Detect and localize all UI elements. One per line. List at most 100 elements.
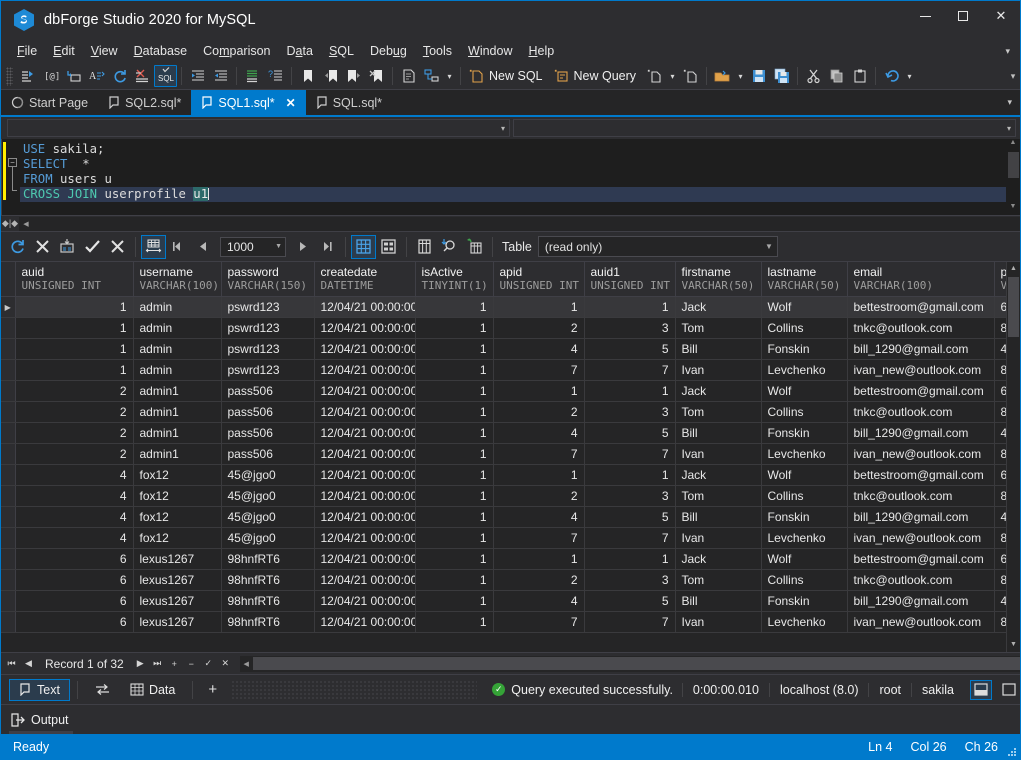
cell-auid[interactable]: 1 [15,317,134,339]
generate-script-icon[interactable] [462,235,487,259]
bookmark-toggle-icon[interactable] [296,65,319,87]
cell-createdate[interactable]: 12/04/21 00:00:00 [314,401,416,423]
database-combo[interactable]: ▾ [513,119,1016,137]
cell-isActive[interactable]: 1 [415,443,494,465]
row-indicator[interactable] [1,569,16,591]
cell-phone[interactable]: 45098576421 [994,338,1006,360]
cell-lastname[interactable]: Fonskin [761,338,848,360]
resize-grip-icon[interactable] [1005,745,1017,757]
table-row[interactable]: 1 admin pswrd123 12/04/21 00:00:00 1 2 3 Tom Col… [1,317,1006,339]
cell-auid[interactable]: 4 [15,506,134,528]
cell-phone[interactable]: 45098576421 [994,506,1006,528]
cell-password[interactable]: pass506 [221,401,315,423]
grid-view-icon[interactable] [351,234,376,259]
cell-isActive[interactable]: 1 [415,485,494,507]
cell-firstname[interactable]: Jack [675,380,762,402]
cell-createdate[interactable]: 12/04/21 00:00:00 [314,422,416,444]
import-data-icon[interactable] [55,235,80,259]
cell-password[interactable]: pswrd123 [221,338,315,360]
undo-icon[interactable] [880,65,903,87]
cell-email[interactable]: bettestroom@gmail.com [847,380,995,402]
column-header-lastname[interactable]: lastname VARCHAR(50) [761,262,848,297]
menu-sql[interactable]: SQL [321,41,362,61]
menu-data[interactable]: Data [279,41,321,61]
scroll-up-icon[interactable]: ▲ [1006,139,1020,151]
bookmark-next-icon[interactable] [342,65,365,87]
cell-isActive[interactable]: 1 [415,401,494,423]
hscroll-thumb[interactable] [252,657,1020,670]
cell-auid[interactable]: 1 [15,296,134,318]
cell-firstname[interactable]: Jack [675,464,762,486]
cell-lastname[interactable]: Levchenko [761,611,848,633]
column-header-password[interactable]: password VARCHAR(150) [221,262,315,297]
scroll-thumb[interactable] [1007,152,1019,178]
column-header-auid1[interactable]: auid1 UNSIGNED INT [584,262,676,297]
stop-icon[interactable] [131,65,154,87]
cell-apid[interactable]: 7 [493,443,585,465]
execute-large-script-icon[interactable] [62,65,85,87]
full-layout-button[interactable] [998,680,1020,700]
nav-add-icon[interactable]: + [166,655,183,673]
cell-createdate[interactable]: 12/04/21 00:00:00 [314,317,416,339]
row-indicator[interactable] [1,485,16,507]
cell-phone[interactable]: 87851131105 [994,359,1006,381]
cell-auid1[interactable]: 7 [584,359,676,381]
cell-phone[interactable]: 87851131105 [994,485,1006,507]
cell-auid1[interactable]: 3 [584,485,676,507]
cell-apid[interactable]: 4 [493,422,585,444]
last-page-icon[interactable] [315,235,340,259]
find-icon[interactable] [437,235,462,259]
cell-apid[interactable]: 1 [493,548,585,570]
cell-firstname[interactable]: Tom [675,569,762,591]
next-page-icon[interactable] [290,235,315,259]
menu-database[interactable]: Database [126,41,196,61]
table-row[interactable]: 6 lexus1267 98hnfRT6 12/04/21 00:00:00 1 2 3 To… [1,569,1006,591]
cell-username[interactable]: admin [133,359,222,381]
cell-auid[interactable]: 6 [15,548,134,570]
tab-sql2[interactable]: SQL2.sql* [98,90,192,115]
cell-phone[interactable]: 87851131105 [994,401,1006,423]
table-mode-combo[interactable]: (read only) ▼ [537,236,778,257]
cell-lastname[interactable]: Levchenko [761,359,848,381]
cell-password[interactable]: 98hnfRT6 [221,590,315,612]
nav-post-icon[interactable]: ✓ [200,655,217,673]
refresh-data-icon[interactable] [5,235,30,259]
table-row[interactable]: ▶ 1 admin pswrd123 12/04/21 00:00:00 1 1 1 Jack W… [1,296,1006,318]
cell-firstname[interactable]: Bill [675,422,762,444]
cell-phone[interactable]: 45098576421 [994,422,1006,444]
output-tab[interactable]: Output [11,713,69,727]
cell-createdate[interactable]: 12/04/21 00:00:00 [314,464,416,486]
increase-indent-icon[interactable] [209,65,232,87]
cell-password[interactable]: pass506 [221,443,315,465]
scroll-up-icon[interactable]: ▲ [1007,262,1021,276]
cell-username[interactable]: lexus1267 [133,548,222,570]
cell-email[interactable]: bettestroom@gmail.com [847,548,995,570]
cell-email[interactable]: tnkc@outlook.com [847,317,995,339]
scroll-down-icon[interactable]: ▼ [1006,203,1020,215]
column-header-auid[interactable]: auid UNSIGNED INT [15,262,134,297]
cell-apid[interactable]: 1 [493,296,585,318]
cell-password[interactable]: pswrd123 [221,296,315,318]
cell-password[interactable]: pswrd123 [221,317,315,339]
table-row[interactable]: 6 lexus1267 98hnfRT6 12/04/21 00:00:00 1 1 1 Ja… [1,548,1006,570]
row-indicator[interactable] [1,359,16,381]
new-object-icon[interactable] [643,65,666,87]
grid-viewport[interactable]: auid UNSIGNED INT username VARCHAR(100) pass… [1,262,1006,652]
execute-icon[interactable] [16,65,39,87]
cell-apid[interactable]: 4 [493,338,585,360]
format-icon[interactable]: A [85,65,108,87]
tab-data-view[interactable]: Data [120,679,185,701]
column-header-apid[interactable]: apid UNSIGNED INT [493,262,585,297]
cell-lastname[interactable]: Wolf [761,296,848,318]
row-indicator[interactable] [1,422,16,444]
cell-isActive[interactable]: 1 [415,611,494,633]
cell-apid[interactable]: 1 [493,380,585,402]
toolbar-overflow-chevron-icon[interactable]: ▾ [443,65,456,87]
nav-last-icon[interactable]: ⏭ [149,655,166,673]
nav-cancel-icon[interactable]: ✕ [217,655,234,673]
cell-phone[interactable]: 45098576421 [994,590,1006,612]
cell-auid[interactable]: 6 [15,590,134,612]
row-indicator[interactable] [1,338,16,360]
cell-firstname[interactable]: Ivan [675,359,762,381]
cell-auid1[interactable]: 3 [584,569,676,591]
